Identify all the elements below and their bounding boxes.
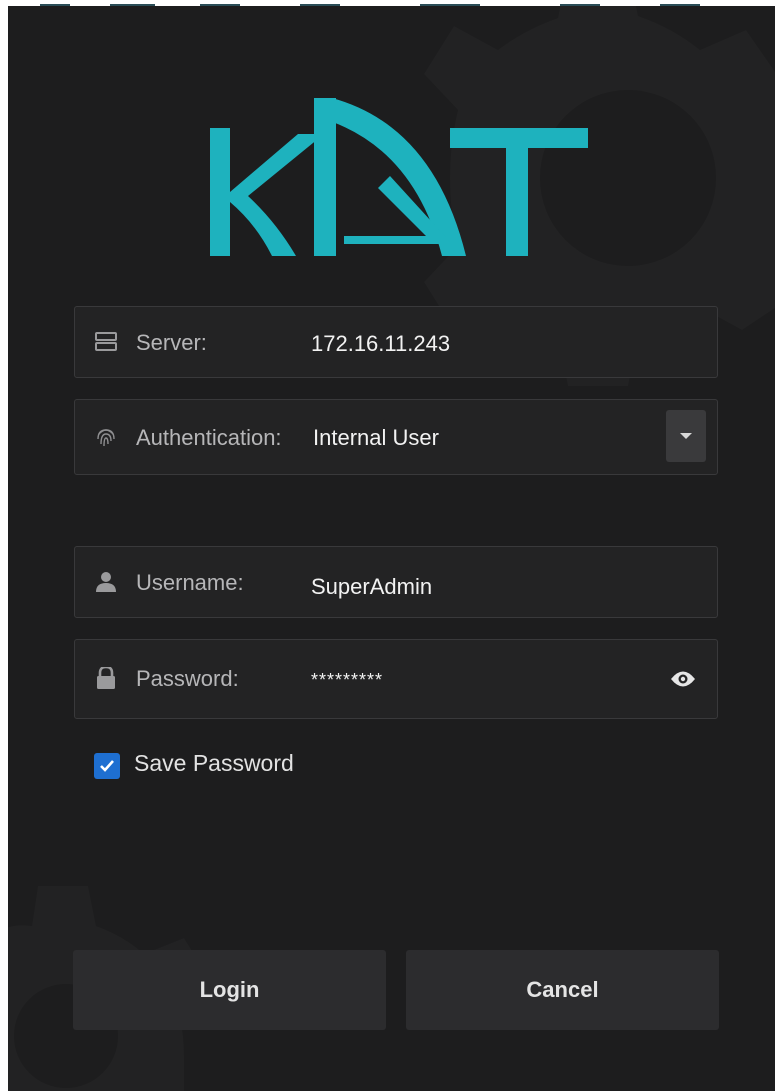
authentication-label: Authentication: <box>136 425 282 450</box>
login-button[interactable]: Login <box>73 950 386 1030</box>
username-field[interactable]: Username: SuperAdmin <box>74 546 718 618</box>
save-password-label[interactable]: Save Password <box>134 750 294 777</box>
password-label: Password: <box>136 666 239 691</box>
cancel-button[interactable]: Cancel <box>406 950 719 1030</box>
authentication-select[interactable]: Authentication: Internal User <box>74 399 718 475</box>
server-icon <box>95 332 117 351</box>
server-label: Server: <box>136 330 207 355</box>
kdt-logo <box>210 98 588 256</box>
authentication-value: Internal User <box>313 425 439 450</box>
username-input[interactable]: SuperAdmin <box>311 574 432 600</box>
caret-down-icon[interactable] <box>666 410 706 462</box>
login-dialog: Server: 172.16.11.243 Authentication: In… <box>8 6 775 1091</box>
password-field[interactable]: Password: ********* <box>74 639 718 719</box>
username-label: Username: <box>136 570 244 595</box>
checkmark-icon <box>100 760 114 772</box>
user-icon <box>96 572 116 592</box>
eye-icon[interactable] <box>670 670 696 688</box>
save-password-checkbox[interactable] <box>94 753 120 779</box>
password-input[interactable]: ********* <box>311 670 383 691</box>
server-input[interactable]: 172.16.11.243 <box>311 331 450 357</box>
lock-icon <box>97 667 115 689</box>
server-field[interactable]: Server: 172.16.11.243 <box>74 306 718 378</box>
fingerprint-icon <box>97 429 115 447</box>
